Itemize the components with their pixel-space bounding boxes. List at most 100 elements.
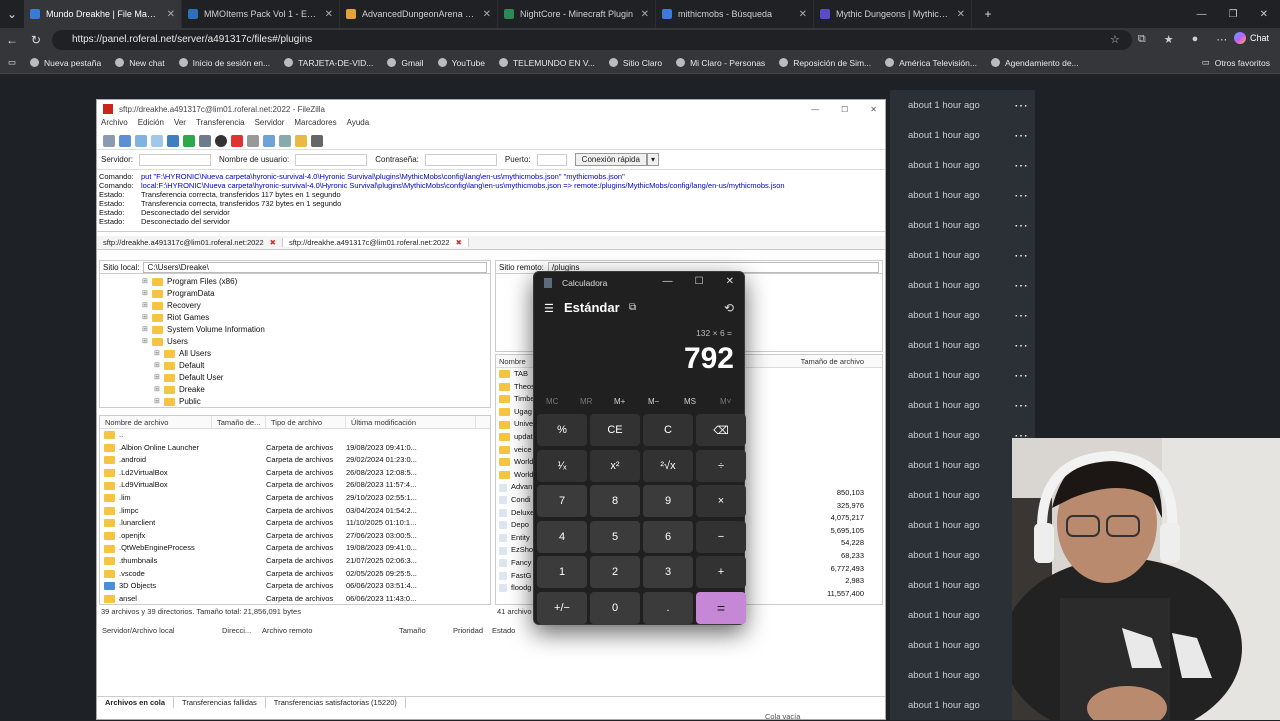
calc-key[interactable]: 6 [643,520,693,553]
tree-folder[interactable]: ⊞ All Users [100,348,490,360]
toggle-tree-icon[interactable] [135,134,147,147]
expand-icon[interactable]: ⊞ [154,360,164,372]
row-menu-icon[interactable]: ⋯ [1014,277,1028,294]
compare-icon[interactable] [279,134,291,147]
tab-close-icon[interactable]: ✖ [270,238,276,247]
tree-folder[interactable]: ⊞ Users [100,336,490,348]
expand-icon[interactable]: ⊞ [142,300,152,312]
queue-column-header[interactable]: Prioridad [450,626,489,638]
process-queue-icon[interactable] [199,134,211,147]
row-menu-icon[interactable]: ⋯ [1014,217,1028,234]
calc-key[interactable]: 8 [590,485,640,517]
calc-key[interactable]: 0 [590,591,640,624]
local-column-header[interactable]: Última modificación [346,416,476,428]
calc-close-icon[interactable]: ✕ [726,276,734,287]
keep-on-top-icon[interactable]: ⧉ [629,302,636,313]
browser-tab[interactable]: AdvancedDungeonArena ⭐ Scrip ✕ [340,0,498,28]
bookmark-item[interactable]: Sitio Claro [608,58,662,68]
server-input[interactable] [139,153,212,166]
password-input[interactable] [424,153,497,166]
sidebar-toggle-icon[interactable]: ▭ [2,57,22,68]
calc-key[interactable]: ⌫ [696,414,746,446]
memory-button[interactable]: M˅ [720,397,731,406]
calc-key[interactable]: 1 [537,556,587,588]
expand-icon[interactable]: ⊞ [154,348,164,360]
bookmark-item[interactable]: Agendamiento de... [990,58,1079,68]
browser-tab[interactable]: Mundo Dreakhe | File Manager ✕ [24,0,182,28]
expand-icon[interactable]: ⊞ [154,396,164,407]
memory-button[interactable]: MR [580,397,592,406]
favorites-icon[interactable]: ★ [1164,33,1174,46]
local-file-row[interactable]: .limpc Carpeta de archivos 03/04/2024 01:5… [100,505,490,518]
calc-maximize-icon[interactable]: ☐ [695,276,704,287]
close-window-icon[interactable]: ✕ [1260,9,1268,20]
calc-key[interactable]: ²√x [643,449,693,482]
tree-folder[interactable]: ⊞ Default [100,360,490,372]
local-file-row[interactable]: .thumbnails Carpeta de archivos 21/07/2025… [100,555,490,568]
row-menu-icon[interactable]: ⋯ [1014,157,1028,174]
calc-key[interactable]: = [696,591,746,624]
history-icon[interactable]: ⟲ [724,301,734,315]
calc-key[interactable]: % [537,414,587,446]
calc-key[interactable]: 4 [537,520,587,553]
queue-column-header[interactable]: Direcci... [219,626,259,638]
row-menu-icon[interactable]: ⋯ [1014,97,1028,114]
back-icon[interactable]: ← [0,33,24,47]
bookmark-item[interactable]: Mi Claro - Personas [676,58,765,68]
menu-item[interactable]: Archivo [101,118,128,132]
calc-key[interactable]: ÷ [696,449,746,482]
more-icon[interactable]: ⋯ [1216,33,1227,46]
calc-key[interactable]: 2 [590,556,640,588]
filter-icon[interactable] [263,134,275,147]
calc-key[interactable]: 5 [590,520,640,553]
local-file-row[interactable]: ansel Carpeta de archivos 06/06/2023 11:43… [100,593,490,604]
row-menu-icon[interactable]: ⋯ [1014,307,1028,324]
memory-button[interactable]: M− [648,397,659,406]
expand-icon[interactable]: ⊞ [142,336,152,348]
local-file-row[interactable]: .android Carpeta de archivos 29/02/2024 01… [100,454,490,467]
bookmark-item[interactable]: New chat [115,58,165,68]
row-menu-icon[interactable]: ⋯ [1014,367,1028,384]
remote-size-header[interactable]: Tamaño de archivo [801,355,882,367]
calc-key[interactable]: +/− [537,591,587,624]
tab-close-icon[interactable]: ✕ [483,9,491,20]
calc-key[interactable]: x² [590,449,640,482]
bookmark-item[interactable]: Reposición de Sim... [779,58,871,68]
local-path-input[interactable]: C:\Users\Dreake\ [143,261,487,273]
queue-tab[interactable]: Transferencias fallidas [174,697,266,708]
favorite-star-icon[interactable]: ☆ [1110,33,1120,46]
tab-close-icon[interactable]: ✕ [641,9,649,20]
local-file-row[interactable]: .. [100,429,490,442]
calc-key[interactable]: . [643,591,693,624]
site-manager-icon[interactable] [103,134,115,147]
quickconnect-dropdown-icon[interactable]: ▾ [646,153,659,166]
calc-key[interactable]: × [696,485,746,517]
calc-minimize-icon[interactable]: — [663,276,673,287]
expand-icon[interactable]: ⊞ [142,288,152,300]
tab-list-chevron-icon[interactable]: ⌄ [0,7,24,21]
calc-key[interactable]: C [643,414,693,446]
reload-icon[interactable]: ↻ [24,33,48,47]
calc-key[interactable]: − [696,520,746,553]
bookmark-item[interactable]: América Televisión... [885,58,977,68]
local-column-header[interactable]: Tipo de archivo [266,416,346,428]
toggle-log-icon[interactable] [119,134,131,147]
connection-tab[interactable]: sftp://dreakhe.a491317c@lim01.roferal.ne… [282,238,469,247]
extensions-icon[interactable]: ⧉ [1138,33,1146,46]
local-file-row[interactable]: .lim Carpeta de archivos 29/10/2023 02:55:… [100,492,490,505]
row-menu-icon[interactable]: ⋯ [1014,337,1028,354]
local-file-row[interactable]: .vscode Carpeta de archivos 02/05/2025 09:… [100,568,490,581]
bookmark-item[interactable]: Gmail [387,58,424,68]
browser-tab[interactable]: mithicmobs - Búsqueda ✕ [656,0,814,28]
connection-tab[interactable]: sftp://dreakhe.a491317c@lim01.roferal.ne… [97,238,283,247]
tree-folder[interactable]: ⊞ System Volume Information [100,324,490,336]
row-menu-icon[interactable]: ⋯ [1014,397,1028,414]
fz-minimize-icon[interactable]: — [811,105,819,114]
local-column-header[interactable]: Nombre de archivo [100,416,212,428]
local-file-row[interactable]: .Ld2VirtualBox Carpeta de archivos 26/08/2… [100,467,490,480]
bookmark-item[interactable]: TELEMUNDO EN V... [498,58,595,68]
quickconnect-button[interactable]: Conexión rápida [574,153,647,166]
port-input[interactable] [536,153,567,166]
remote-name-header[interactable]: Nombre [496,355,536,367]
reconnect-icon[interactable] [247,134,259,147]
